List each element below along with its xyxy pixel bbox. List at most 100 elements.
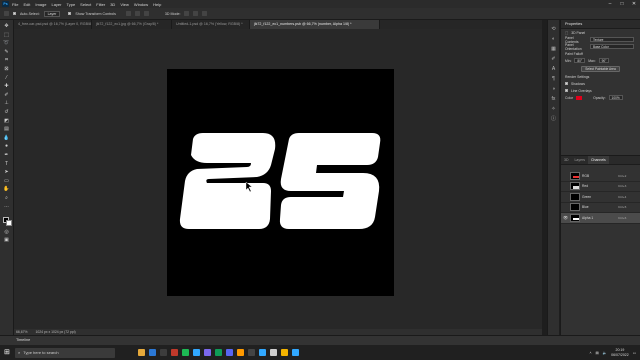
taskbar-app-icon[interactable]: [193, 349, 200, 356]
visibility-eye-icon[interactable]: 👁: [563, 215, 568, 220]
quick-mask-icon[interactable]: ◎: [3, 229, 10, 235]
tab-layers[interactable]: Layers: [571, 156, 588, 164]
info-panel-icon[interactable]: ⓘ: [551, 116, 557, 122]
align-left-icon[interactable]: [125, 11, 131, 16]
character-panel-icon[interactable]: A: [551, 66, 557, 72]
align-right-icon[interactable]: [143, 11, 149, 16]
tab-document-2[interactable]: jlk72_f122_ec1.jpg @ 66,7% (Gray/8) *: [92, 20, 172, 29]
brush-tool-icon[interactable]: ✐: [3, 92, 10, 98]
paragraph-panel-icon[interactable]: ¶: [551, 76, 557, 82]
marquee-tool-icon[interactable]: ⬚: [3, 32, 10, 38]
auto-select-dropdown[interactable]: Layer: [43, 10, 61, 17]
auto-select-checkbox[interactable]: [13, 12, 16, 15]
timeline-label[interactable]: Timeline: [16, 338, 30, 342]
minimize-button[interactable]: –: [604, 0, 616, 8]
hand-tool-icon[interactable]: ✋: [3, 186, 10, 192]
channel-row-rgb[interactable]: RGB Ctrl+2: [561, 171, 640, 182]
taskbar-app-icon[interactable]: [204, 349, 211, 356]
eyedropper-tool-icon[interactable]: ⁄: [3, 75, 10, 81]
tab-document-1[interactable]: 4_free-car-psd.psd @ 16,7% (Layer 0, RGB…: [14, 20, 92, 29]
pan-icon[interactable]: [202, 11, 208, 16]
swatches-panel-icon[interactable]: ▦: [551, 46, 557, 52]
taskbar-app-icon[interactable]: [160, 349, 167, 356]
taskbar-app-icon[interactable]: [138, 349, 145, 356]
line-overlays-checkbox[interactable]: [565, 89, 568, 92]
taskbar-clock[interactable]: 20:19 06/07/2022: [611, 348, 629, 357]
menu-filter[interactable]: Filter: [96, 2, 105, 7]
blur-tool-icon[interactable]: 💧: [3, 135, 10, 141]
move-tool-icon[interactable]: ✥: [3, 23, 10, 29]
adjustments-panel-icon[interactable]: ◑: [551, 86, 557, 92]
screen-mode-icon[interactable]: ▣: [3, 237, 10, 243]
move-tool-preset-icon[interactable]: [4, 11, 9, 16]
tab-document-3[interactable]: Untitled-1.psd @ 16,7% (Yellow, RGB/8) *: [172, 20, 250, 29]
document-canvas[interactable]: [167, 69, 394, 296]
close-button[interactable]: ✕: [628, 0, 640, 8]
brush-panel-icon[interactable]: ✐: [551, 56, 557, 62]
align-center-icon[interactable]: [134, 11, 140, 16]
line-color-swatch[interactable]: [576, 95, 583, 100]
panel-orientation-dropdown[interactable]: Base Color: [590, 44, 634, 49]
path-selection-tool-icon[interactable]: ➤: [3, 169, 10, 175]
menu-select[interactable]: Select: [80, 2, 91, 7]
taskbar-app-icon[interactable]: [215, 349, 222, 356]
color-swatches[interactable]: [2, 216, 12, 227]
pen-tool-icon[interactable]: ✒: [3, 152, 10, 158]
shadows-checkbox[interactable]: [565, 82, 568, 85]
zoom-level[interactable]: 66,67%: [16, 330, 28, 334]
rectangle-tool-icon[interactable]: ▭: [3, 178, 10, 184]
type-tool-icon[interactable]: T: [3, 161, 10, 167]
paths-panel-icon[interactable]: ✧: [551, 106, 557, 112]
menu-file[interactable]: File: [12, 2, 18, 7]
tray-chevron-icon[interactable]: ˄: [589, 351, 591, 355]
menu-layer[interactable]: Layer: [51, 2, 61, 7]
channel-row-blue[interactable]: Blue Ctrl+5: [561, 203, 640, 213]
menu-help[interactable]: Help: [153, 2, 161, 7]
taskbar-app-icon[interactable]: [171, 349, 178, 356]
zoom-tool-icon[interactable]: ⌕: [3, 195, 10, 201]
eraser-tool-icon[interactable]: ◩: [3, 118, 10, 124]
history-brush-tool-icon[interactable]: ↺: [3, 109, 10, 115]
menu-view[interactable]: View: [120, 2, 129, 7]
orbit-icon[interactable]: [184, 11, 190, 16]
menu-edit[interactable]: Edit: [23, 2, 30, 7]
gradient-tool-icon[interactable]: ▤: [3, 126, 10, 132]
channel-row-red[interactable]: Red Ctrl+3: [561, 182, 640, 192]
opacity-input[interactable]: 100%: [608, 95, 623, 100]
frame-tool-icon[interactable]: ⊠: [3, 66, 10, 72]
roll-icon[interactable]: [193, 11, 199, 16]
taskbar-app-icon[interactable]: [237, 349, 244, 356]
tab-document-active[interactable]: jlk72_f122_ec1_numbers.psb @ 66,7% (numb…: [250, 20, 380, 29]
styles-panel-icon[interactable]: fx: [551, 96, 557, 102]
transform-controls-checkbox[interactable]: [68, 12, 72, 15]
taskbar-app-icon[interactable]: [270, 349, 277, 356]
volume-icon[interactable]: 🔈: [603, 351, 607, 355]
taskbar-app-icon[interactable]: [182, 349, 189, 356]
properties-title[interactable]: Properties: [561, 20, 640, 29]
max-input[interactable]: 90°: [598, 58, 610, 63]
network-icon[interactable]: ▤: [595, 351, 598, 355]
menu-image[interactable]: Image: [35, 2, 46, 7]
history-panel-icon[interactable]: ⟲: [551, 26, 557, 32]
select-paintable-area-button[interactable]: Select Paintable Area: [581, 65, 620, 72]
taskbar-app-icon[interactable]: [292, 349, 299, 356]
more-tools-icon[interactable]: …: [3, 203, 10, 209]
clone-stamp-tool-icon[interactable]: ⊥: [3, 100, 10, 106]
windows-start-icon[interactable]: ⊞: [4, 349, 12, 357]
lasso-tool-icon[interactable]: ➰: [3, 40, 10, 46]
maximize-button[interactable]: □: [616, 0, 628, 8]
panel-contents-dropdown[interactable]: Texture: [590, 37, 634, 42]
taskbar-app-icon[interactable]: [281, 349, 288, 356]
taskbar-app-icon[interactable]: [248, 349, 255, 356]
min-input[interactable]: 80°: [574, 58, 586, 63]
healing-brush-tool-icon[interactable]: ✚: [3, 83, 10, 89]
menu-type[interactable]: Type: [67, 2, 76, 7]
taskbar-app-icon[interactable]: [259, 349, 266, 356]
menu-3d[interactable]: 3D: [110, 2, 115, 7]
channel-row-green[interactable]: Green Ctrl+4: [561, 192, 640, 203]
background-color-swatch[interactable]: [5, 220, 12, 227]
taskbar-search-input[interactable]: ⌕ Type here to search: [15, 347, 115, 358]
taskbar-app-icon[interactable]: [226, 349, 233, 356]
crop-tool-icon[interactable]: ⌗: [3, 57, 10, 63]
quick-select-tool-icon[interactable]: ✎: [3, 49, 10, 55]
